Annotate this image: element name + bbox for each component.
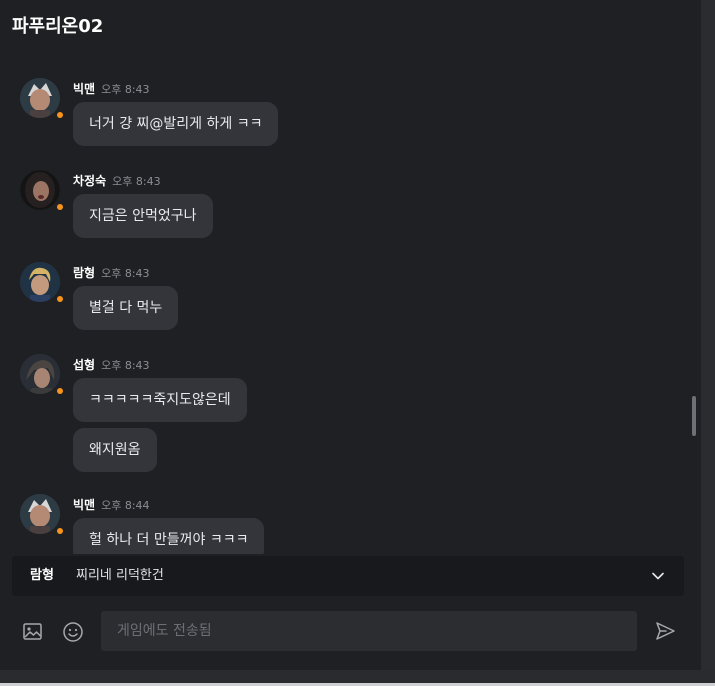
message-bubble[interactable]: 지금은 안먹었구나: [73, 194, 213, 238]
mention-message-text: 찌리네 리덕한건: [76, 568, 164, 583]
timestamp: 오후 8:44: [101, 499, 150, 512]
message-meta: 차정숙 오후 8:43: [73, 172, 161, 189]
emoji-icon[interactable]: [61, 620, 85, 644]
timestamp: 오후 8:43: [112, 175, 161, 188]
online-status-dot: [57, 296, 63, 302]
sender-name[interactable]: 섭형: [73, 358, 95, 372]
message-bubble[interactable]: 왜지원옴: [73, 428, 157, 472]
send-icon[interactable]: [653, 619, 677, 643]
message-composer: [0, 600, 701, 670]
message-bubble[interactable]: 너거 걍 찌@발리게 하게 ㅋㅋ: [73, 102, 279, 146]
online-status-dot: [57, 388, 63, 394]
sender-name[interactable]: 차정숙: [73, 174, 106, 188]
chat-title: 파푸리온02: [12, 16, 104, 37]
chevron-down-icon[interactable]: [650, 568, 666, 584]
timestamp: 오후 8:43: [101, 359, 150, 372]
chat-window: 파푸리온02 빅맨 오후 8:43 너거 걍 찌@발리게 하게 ㅋㅋ 차정숙 오…: [0, 0, 701, 670]
window-edge: [701, 0, 715, 670]
online-status-dot: [57, 112, 63, 118]
message-meta: 빅맨 오후 8:43: [73, 80, 150, 97]
mention-sender-name: 람형: [30, 568, 54, 583]
image-icon[interactable]: [21, 620, 45, 644]
avatar[interactable]: [20, 494, 60, 534]
message-meta: 빅맨 오후 8:44: [73, 496, 150, 513]
online-status-dot: [57, 204, 63, 210]
message-bubble[interactable]: 헐 하나 더 만들꺼야 ㅋㅋㅋ: [73, 518, 265, 554]
timestamp: 오후 8:43: [101, 267, 150, 280]
sender-name[interactable]: 빅맨: [73, 498, 95, 512]
message-list[interactable]: 빅맨 오후 8:43 너거 걍 찌@발리게 하게 ㅋㅋ 차정숙 오후 8:43 지금…: [0, 68, 690, 554]
avatar[interactable]: [20, 262, 60, 302]
mention-bar[interactable]: 람형 찌리네 리덕한건: [12, 556, 684, 596]
sender-name[interactable]: 빅맨: [73, 82, 95, 96]
message-input[interactable]: [101, 611, 637, 651]
timestamp: 오후 8:43: [101, 83, 150, 96]
online-status-dot: [57, 528, 63, 534]
message-bubble[interactable]: ㅋㅋㅋㅋㅋ죽지도않은데: [73, 378, 247, 422]
avatar[interactable]: [20, 170, 60, 210]
scrollbar-thumb[interactable]: [692, 396, 696, 436]
sender-name[interactable]: 람형: [73, 266, 95, 280]
avatar[interactable]: [20, 354, 60, 394]
message-bubble[interactable]: 별걸 다 먹누: [73, 286, 179, 330]
message-meta: 섭형 오후 8:43: [73, 356, 150, 373]
message-meta: 람형 오후 8:43: [73, 264, 150, 281]
avatar[interactable]: [20, 78, 60, 118]
